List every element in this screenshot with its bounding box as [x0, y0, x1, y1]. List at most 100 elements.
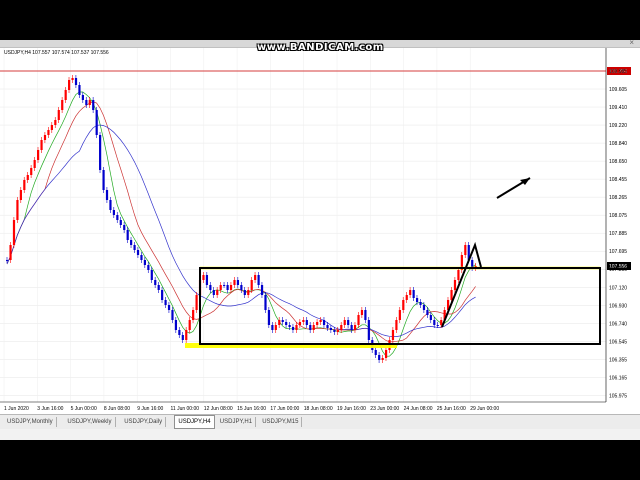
candle-body [154, 280, 157, 285]
candle-body [147, 265, 150, 270]
candle-body [422, 305, 426, 310]
time-tick-label: 18 Jun 08:00 [304, 406, 333, 412]
candle-body [209, 285, 212, 290]
candle-body [12, 220, 16, 245]
time-tick-label: 19 Jun 16:00 [337, 406, 366, 412]
candle-body [119, 220, 122, 225]
candle-body [164, 300, 167, 305]
candle-body [264, 295, 267, 310]
candle-body [37, 150, 40, 160]
status-bar [0, 429, 640, 440]
price-tick-label: 109.605 [609, 87, 627, 93]
price-tick-label: 107.310 [609, 267, 627, 273]
candle-body [316, 322, 319, 325]
candle-body [405, 295, 408, 300]
symbol-info: USDJPY,H4 107.557 107.574 107.537 107.55… [4, 50, 109, 56]
candle-body [436, 325, 439, 326]
candle-body [409, 290, 412, 295]
time-tick-label: 11 Jun 00:00 [171, 406, 200, 412]
candle-body [360, 310, 364, 315]
time-tick-label: 24 Jun 08:00 [404, 406, 433, 412]
candle-body [343, 320, 346, 325]
candle-body [61, 100, 64, 110]
candle-body [219, 285, 222, 290]
candle-body [336, 330, 339, 332]
candle-body [288, 325, 291, 327]
tab-usdjpy-weekly[interactable]: USDJPY,Weekly [64, 417, 116, 427]
candle-body [267, 310, 271, 325]
price-tick-label: 108.650 [609, 159, 627, 165]
candle-body [333, 330, 336, 332]
candle-body [374, 350, 377, 355]
price-chart[interactable]: 109.786 107.556 109.985109.605109.410109… [0, 40, 640, 414]
price-tick-label: 106.740 [609, 321, 627, 327]
candle-body [233, 280, 236, 285]
candle-body [433, 320, 436, 325]
candle-body [450, 290, 453, 300]
candle-body [112, 210, 116, 215]
candle-body [130, 240, 133, 245]
tab-usdjpy-h1[interactable]: USDJPY,H1 [217, 417, 257, 427]
candle-body [429, 315, 432, 320]
candle-body [353, 325, 357, 330]
candle-body [192, 310, 195, 320]
tab-usdjpy-daily[interactable]: USDJPY,Daily [121, 417, 167, 427]
tab-usdjpy-m15[interactable]: USDJPY,M15 [259, 417, 303, 427]
candle-body [223, 285, 226, 286]
candle-body [402, 300, 405, 310]
moving-averages [6, 91, 476, 357]
candle-body [457, 270, 460, 280]
candle-body [26, 175, 29, 180]
candle-body [453, 280, 457, 290]
candle-body [240, 285, 243, 290]
candle-body [64, 90, 67, 100]
candle-body [105, 190, 109, 200]
time-tick-label: 25 Jun 16:00 [437, 406, 466, 412]
tab-usdjpy-monthly[interactable]: USDJPY,Monthly [4, 417, 57, 427]
price-axis-labels: 109.985 109.605 109.410 109.220 108.840 108.6… [609, 69, 627, 399]
candle-body [181, 335, 184, 340]
candle-body [278, 320, 281, 325]
candle-body [126, 230, 129, 240]
candle-body [274, 325, 277, 330]
candle-body [136, 250, 140, 255]
candle-body [78, 85, 81, 95]
candle-body [412, 290, 415, 298]
candle-body [254, 275, 257, 280]
candle-body [81, 95, 84, 100]
candle-body [395, 320, 398, 330]
tab-usdjpy-h4[interactable]: USDJPY,H4 [174, 415, 215, 429]
candle-body [195, 295, 198, 310]
candle-body [16, 200, 19, 220]
candle-body [384, 350, 388, 358]
time-tick-label: 8 Jun 08:00 [104, 406, 130, 412]
candle-body [157, 285, 160, 290]
price-tick-label: 106.165 [609, 375, 627, 381]
candle-body [85, 100, 88, 105]
candle-body [391, 330, 395, 340]
candle-body [116, 215, 119, 220]
candle-body [298, 322, 302, 325]
price-tick-label: 107.695 [609, 249, 627, 255]
candle-body [174, 320, 178, 330]
candle-body [271, 325, 274, 330]
candle-body [50, 125, 53, 130]
candle-body [340, 325, 343, 330]
candle-body [229, 285, 233, 290]
candle-body [171, 310, 174, 320]
time-tick-label: 15 Jun 16:00 [237, 406, 266, 412]
candle-body [30, 168, 33, 175]
candle-body [19, 190, 22, 200]
candle-body [6, 260, 9, 261]
candlesticks [6, 75, 477, 363]
price-tick-label: 107.120 [609, 285, 627, 291]
candle-body [71, 78, 74, 80]
price-tick-label: 108.075 [609, 213, 627, 219]
candle-body [312, 325, 315, 330]
price-tick-label: 109.985 [609, 69, 627, 75]
time-tick-label: 5 Jun 00:00 [71, 406, 97, 412]
time-axis-labels: 1 Jun 2020 3 Jun 16:00 5 Jun 00:00 8 Jun 08… [4, 406, 499, 412]
candle-body [236, 280, 240, 285]
time-tick-label: 3 Jun 16:00 [37, 406, 63, 412]
moving-average-line [6, 124, 476, 337]
